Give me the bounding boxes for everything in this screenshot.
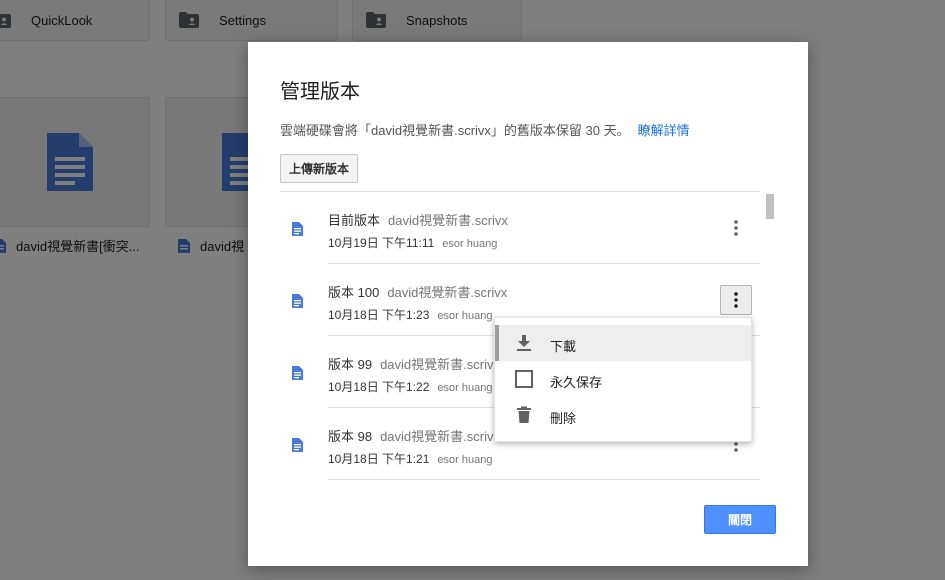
version-author: esor huang [437, 382, 493, 394]
more-options-button[interactable] [720, 213, 752, 243]
version-title: 版本 100 david視覺新書.scrivx [328, 282, 507, 301]
retention-text: 雲端硬碟會將「david視覺新書.scrivx」的舊版本保留 30 天。 [280, 123, 630, 138]
more-vert-icon [734, 220, 738, 236]
version-context-menu: 下載 永久保存 刪除 [494, 317, 752, 442]
version-label: 版本 100 [328, 285, 380, 300]
version-date: 10月19日 下午11:11 [328, 236, 435, 250]
version-row: 目前版本 david視覺新書.scrivx 10月19日 下午11:11 esor … [280, 192, 760, 264]
more-vert-icon [734, 292, 738, 308]
checkbox-icon [515, 370, 533, 388]
menu-item-label: 下載 [550, 339, 577, 354]
dialog-title: 管理版本 [280, 81, 360, 103]
dialog-description: 雲端硬碟會將「david視覺新書.scrivx」的舊版本保留 30 天。 瞭解詳情 [280, 120, 690, 139]
version-list-scrollbar[interactable] [765, 192, 775, 481]
version-label: 目前版本 [328, 213, 381, 228]
version-meta: 10月18日 下午1:22 esor huang [328, 378, 492, 395]
menu-item-label: 永久保存 [550, 375, 603, 390]
version-date: 10月18日 下午1:22 [328, 380, 430, 394]
download-icon [515, 334, 533, 352]
trash-icon [515, 406, 533, 424]
version-filename: david視覺新書.scrivx [380, 357, 500, 372]
menu-item-delete[interactable]: 刪除 [495, 397, 751, 433]
manage-versions-dialog: 管理版本 雲端硬碟會將「david視覺新書.scrivx」的舊版本保留 30 天… [248, 42, 808, 566]
version-author: esor huang [437, 310, 493, 322]
version-title: 目前版本 david視覺新書.scrivx [328, 210, 508, 229]
version-title: 版本 99 david視覺新書.scrivx [328, 354, 500, 373]
menu-item-label: 刪除 [550, 411, 577, 426]
version-author: esor huang [437, 454, 493, 466]
version-date: 10月18日 下午1:23 [328, 308, 430, 322]
learn-more-link[interactable]: 瞭解詳情 [638, 123, 690, 138]
version-date: 10月18日 下午1:21 [328, 452, 430, 466]
version-label: 版本 98 [328, 429, 373, 444]
version-author: esor huang [442, 238, 498, 250]
close-button[interactable]: 關閉 [704, 505, 776, 534]
version-filename: david視覺新書.scrivx [388, 213, 508, 228]
document-icon [292, 366, 303, 380]
version-filename: david視覺新書.scrivx [380, 429, 500, 444]
version-meta: 10月18日 下午1:23 esor huang [328, 306, 492, 323]
menu-item-download[interactable]: 下載 [495, 325, 751, 361]
version-meta: 10月18日 下午1:21 esor huang [328, 450, 492, 467]
menu-item-keep-forever[interactable]: 永久保存 [495, 361, 751, 397]
version-meta: 10月19日 下午11:11 esor huang [328, 234, 497, 251]
version-title: 版本 98 david視覺新書.scrivx [328, 426, 500, 445]
more-options-button[interactable] [720, 285, 752, 315]
version-label: 版本 99 [328, 357, 373, 372]
document-icon [292, 294, 303, 308]
upload-new-version-button[interactable]: 上傳新版本 [280, 154, 358, 183]
row-divider [328, 479, 760, 480]
document-icon [292, 222, 303, 236]
document-icon [292, 438, 303, 452]
scrollbar-thumb[interactable] [766, 194, 774, 219]
version-filename: david視覺新書.scrivx [387, 285, 508, 300]
